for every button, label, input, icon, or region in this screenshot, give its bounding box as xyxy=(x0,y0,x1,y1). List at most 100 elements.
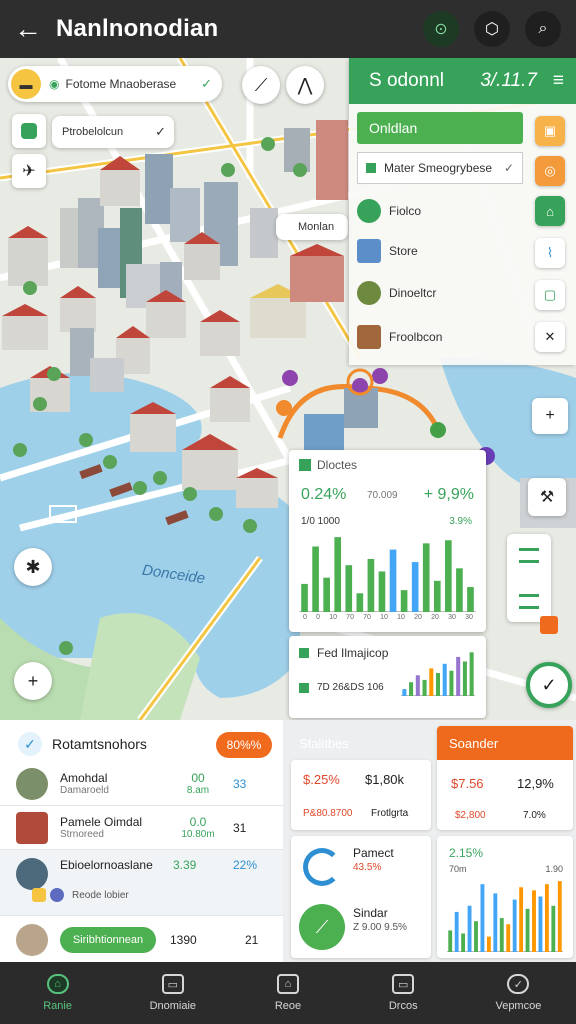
nav-label: Vepmcoe xyxy=(495,1000,542,1012)
orange-card-title: Soander xyxy=(437,726,573,760)
chart-bar xyxy=(456,568,463,612)
item-name: Amohdal xyxy=(60,771,108,785)
layer-row[interactable]: Store xyxy=(357,234,418,268)
nav-item-dashboard[interactable]: ▭ Dnomiaie xyxy=(115,962,230,1024)
menu-icon[interactable]: ≡ xyxy=(553,70,564,92)
stat-value: $7.56 xyxy=(451,776,484,791)
chart-bar xyxy=(454,911,459,952)
list-item-expanded[interactable]: Ebioelornoaslane Reode lobier 3.39 22% xyxy=(0,850,283,916)
nav-label: Ranie xyxy=(43,1000,72,1012)
avatar xyxy=(16,767,48,800)
axis-tick-label: 10 xyxy=(380,614,388,621)
layer-toggle-stack[interactable] xyxy=(507,534,551,622)
layer-row[interactable]: Dinoeltcr xyxy=(357,276,436,310)
home-icon[interactable]: ⌂ xyxy=(535,196,565,226)
layer-green-item[interactable]: Onldlan xyxy=(357,112,523,144)
chart-bar xyxy=(512,899,517,952)
chart-bar xyxy=(378,571,386,612)
gauge-icon[interactable]: ✓ xyxy=(526,662,572,708)
city-map[interactable]: Donceide ▬ ◉ Fotome Mnaoberase ✓ ⟋ ⋀ Ptr… xyxy=(0,58,576,720)
stats-icon xyxy=(299,459,311,471)
item-value: 1390 xyxy=(170,933,197,947)
compass-button[interactable]: ✱ xyxy=(14,548,52,586)
bag-icon[interactable]: ▣ xyxy=(535,116,565,146)
orange-summary-card[interactable]: Soander $7.56 12,9% $2,800 7.0% xyxy=(437,726,573,830)
layer-toggle-icon xyxy=(519,594,539,597)
layer-select-label: Mater Smeogrybese xyxy=(384,161,493,175)
layer-select[interactable]: Mater Smeogrybese ✓ xyxy=(357,152,523,184)
location-pin-icon[interactable]: ⊙ xyxy=(423,11,459,47)
stats-mini-chart xyxy=(401,652,475,696)
hammer-icon[interactable]: ⚒ xyxy=(528,478,566,516)
search-chip[interactable]: ▬ ◉ Fotome Mnaoberase ✓ xyxy=(8,66,222,102)
stats-card2-title: Fed Ilmajicop xyxy=(317,646,389,660)
layers-icon[interactable]: ⬡ xyxy=(474,11,510,47)
donut-value: 43.5% xyxy=(353,862,382,873)
chart-bar xyxy=(389,549,397,612)
progress-card[interactable]: Pamect 43.5% ⟋ Sindar Z 9.00 9.5% xyxy=(291,836,431,958)
zoom-out-button[interactable]: + xyxy=(14,662,52,700)
check-circle-icon[interactable]: ✓ xyxy=(18,732,42,756)
statistics-card[interactable]: $.25% $1,80k P&80.8700 Frotlgrta xyxy=(291,760,431,830)
list-item[interactable]: Amohdal Damaroeld 00 8.am 33 xyxy=(0,762,283,806)
axis-tick-label: 30 xyxy=(465,614,473,621)
filter-chip[interactable]: Ptrobelolcun ✓ xyxy=(52,116,174,148)
plane-icon[interactable]: ✈ xyxy=(12,154,46,188)
stat-sub: 7.0% xyxy=(523,810,546,821)
stats-card-secondary[interactable]: Fed Ilmajicop 7D 26&DS 106 xyxy=(289,636,486,718)
item-detail: Reode lobier xyxy=(72,889,129,901)
layer-panel-title: S odonnl xyxy=(369,70,445,91)
shield-icon[interactable] xyxy=(12,114,46,148)
statistics-title: Stalitbes xyxy=(299,736,349,751)
chart-bar xyxy=(557,881,562,952)
search-icon[interactable]: ⌕ xyxy=(525,11,561,47)
grid-icon[interactable]: ▢ xyxy=(535,280,565,310)
marker-label[interactable]: Monlan xyxy=(276,214,348,240)
marker-label-text: Monlan xyxy=(298,221,335,233)
donut-title: Pamect xyxy=(353,846,394,860)
progress-title: Sindar xyxy=(353,906,388,920)
chart-bar xyxy=(345,565,353,612)
item-value-sub: 10.80m xyxy=(181,829,215,840)
avatar xyxy=(16,811,48,844)
route-icon[interactable]: ⋀ xyxy=(286,66,324,104)
zoom-in-button[interactable]: + xyxy=(532,398,568,434)
nav-label: Dnomiaie xyxy=(149,1000,197,1012)
nav-item-routes[interactable]: ⌂ Reoe xyxy=(230,962,345,1024)
layer-toggle-icon xyxy=(519,606,539,609)
tools-icon[interactable]: ✕ xyxy=(535,322,565,352)
item-value: 3.39 xyxy=(173,858,197,872)
item-metric: 22% xyxy=(233,858,258,872)
stats-bar-chart xyxy=(299,537,476,612)
item-name: Pamele Oimdal xyxy=(60,815,143,829)
chart-bar xyxy=(356,593,364,612)
item-name: Ebioelornoaslane xyxy=(60,858,153,872)
nav-item-docs[interactable]: ▭ Drcos xyxy=(346,962,461,1024)
list-item[interactable]: Siribhtionnean 1390 21 xyxy=(0,918,283,962)
axis-tick-label: 0 xyxy=(303,614,307,621)
layer-row[interactable]: Fiolco xyxy=(357,194,421,228)
stats-sub-left: 1/0 1000 xyxy=(301,516,340,527)
layer-row-label: Fiolco xyxy=(389,204,422,218)
progress-sub: Z 9.00 9.5% xyxy=(353,922,407,933)
edit-icon[interactable]: ⟋ xyxy=(242,66,280,104)
nav-item-profile[interactable]: ✓ Vepmcoe xyxy=(461,962,576,1024)
axis-tick-label: 10 xyxy=(329,614,337,621)
bar-chart-card[interactable]: 2.15% 70m 1.90 xyxy=(437,836,573,958)
back-arrow-icon[interactable]: ← xyxy=(0,0,56,58)
nav-item-home[interactable]: ⌂ Ranie xyxy=(0,962,115,1024)
list-item[interactable]: Pamele Oimdal Strnoreed 0.0 10.80m 31 xyxy=(0,806,283,850)
user-icon[interactable]: ◎ xyxy=(535,156,565,186)
percent-badge[interactable]: 80%% xyxy=(216,732,272,758)
stats-card[interactable]: Dloctes 0.24% 70.009 + 9,9% 1/0 1000 3.9… xyxy=(289,450,486,632)
stat-sub: P&80.8700 xyxy=(303,808,353,819)
chart-bar xyxy=(551,905,556,952)
pin-icon: ◉ xyxy=(49,77,60,91)
alert-icon[interactable] xyxy=(540,616,558,634)
chart-bar xyxy=(301,583,308,612)
item-action-button[interactable]: Siribhtionnean xyxy=(60,927,156,953)
layer-row-label: Dinoeltcr xyxy=(389,286,437,300)
stat-sub: Frotlgrta xyxy=(371,808,409,819)
layer-row[interactable]: Froolbcon xyxy=(357,320,442,354)
pulse-icon[interactable]: ⌇ xyxy=(535,238,565,268)
